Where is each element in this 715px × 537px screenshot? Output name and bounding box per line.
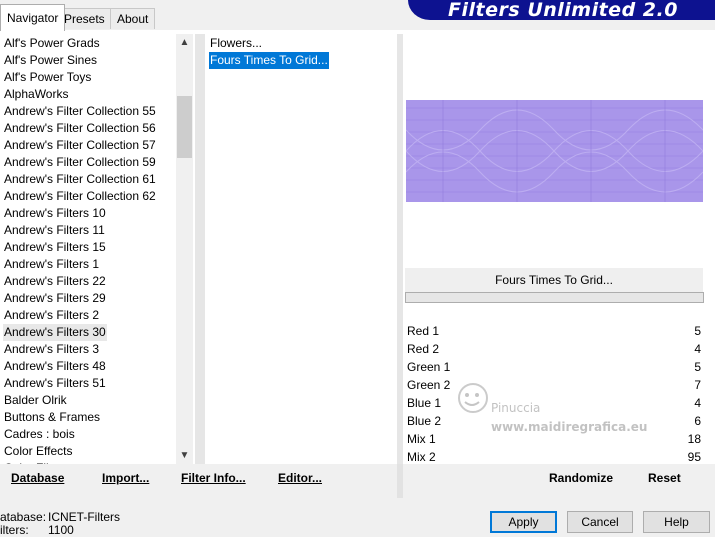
parameter-slider[interactable]: Green 2 7 (405, 376, 703, 395)
category-item[interactable]: Cadres : bois (3, 426, 76, 443)
category-item[interactable]: Buttons & Frames (3, 409, 101, 426)
help-button[interactable]: Help (643, 511, 710, 533)
cancel-button[interactable]: Cancel (567, 511, 633, 533)
category-item[interactable]: Alf's Power Toys (3, 69, 92, 86)
category-item[interactable]: Andrew's Filter Collection 56 (3, 120, 157, 137)
tab-navigator[interactable]: Navigator (0, 4, 66, 31)
category-item[interactable]: Andrew's Filter Collection 61 (3, 171, 157, 188)
category-scrollbar[interactable]: ▲ ▼ (176, 34, 193, 464)
parameter-label: Green 1 (407, 360, 451, 374)
status-database-label: atabase: (0, 510, 47, 524)
parameter-value: 18 (687, 432, 701, 446)
list-divider (397, 34, 403, 464)
parameter-slider[interactable]: Blue 1 4 (405, 394, 703, 413)
database-button[interactable]: Database (11, 471, 64, 485)
parameter-slider[interactable]: Red 1 5 (405, 322, 703, 341)
app-title-banner: Filters Unlimited 2.0 (408, 0, 715, 20)
parameter-label: Green 2 (407, 378, 451, 392)
parameter-value: 4 (694, 342, 701, 356)
category-item[interactable]: Andrew's Filters 29 (3, 290, 107, 307)
parameter-label: Red 1 (407, 324, 440, 338)
tab-about[interactable]: About (110, 8, 156, 29)
parameter-label: Mix 1 (407, 432, 436, 446)
bottom-divider (397, 464, 403, 498)
tab-bar: Navigator Presets About (0, 0, 420, 31)
watermark-name: Pinuccia (491, 401, 541, 415)
parameter-label: Blue 1 (407, 396, 442, 410)
category-item[interactable]: Andrew's Filter Collection 57 (3, 137, 157, 154)
parameter-slider[interactable]: Green 1 5 (405, 358, 703, 377)
status-database-value: ICNET-Filters (48, 510, 120, 524)
scroll-down-icon[interactable]: ▼ (176, 447, 193, 464)
parameter-label: Red 2 (407, 342, 440, 356)
progress-bar (405, 292, 704, 303)
parameter-label: Blue 2 (407, 414, 442, 428)
category-item[interactable]: Andrew's Filters 51 (3, 375, 107, 392)
filter-item[interactable]: Fours Times To Grid... (209, 52, 329, 69)
status-database: atabase: ICNET-Filters (0, 510, 120, 524)
category-item[interactable]: Andrew's Filter Collection 62 (3, 188, 157, 205)
category-item[interactable]: Alf's Power Sines (3, 52, 98, 69)
category-item[interactable]: Andrew's Filters 48 (3, 358, 107, 375)
category-item[interactable]: AlphaWorks (3, 86, 69, 103)
category-item[interactable]: Andrew's Filter Collection 59 (3, 154, 157, 171)
category-item[interactable]: Andrew's Filters 2 (3, 307, 100, 324)
filter-preview (406, 100, 703, 202)
category-item[interactable]: Andrew's Filters 22 (3, 273, 107, 290)
category-item[interactable]: Andrew's Filters 1 (3, 256, 100, 273)
randomize-button[interactable]: Randomize (549, 471, 613, 485)
list-divider (195, 34, 205, 464)
watermark-logo-icon (458, 383, 488, 413)
import-button[interactable]: Import... (102, 471, 149, 485)
category-item[interactable]: Andrew's Filters 3 (3, 341, 100, 358)
filter-list[interactable]: Flowers... Fours Times To Grid... (205, 34, 397, 464)
filter-name-label: Fours Times To Grid... (405, 268, 703, 292)
category-item[interactable]: Andrew's Filters 10 (3, 205, 107, 222)
apply-button[interactable]: Apply (490, 511, 557, 533)
scroll-thumb[interactable] (177, 96, 192, 158)
category-item[interactable]: Color Effects (3, 443, 73, 460)
watermark-url: www.maidiregrafica.eu (491, 420, 648, 434)
category-item[interactable]: Andrew's Filters 11 (3, 222, 106, 239)
scroll-up-icon[interactable]: ▲ (176, 34, 193, 51)
parameter-value: 6 (694, 414, 701, 428)
reset-button[interactable]: Reset (648, 471, 681, 485)
parameter-value: 4 (694, 396, 701, 410)
category-item[interactable]: Andrew's Filters 15 (3, 239, 107, 256)
parameter-value: 5 (694, 324, 701, 338)
category-item[interactable]: Andrew's Filter Collection 55 (3, 103, 157, 120)
parameter-value: 5 (694, 360, 701, 374)
category-list[interactable]: Alf's Power Grads Alf's Power Sines Alf's … (0, 34, 176, 464)
filter-info-button[interactable]: Filter Info... (181, 471, 246, 485)
category-item[interactable]: Alf's Power Grads (3, 35, 101, 52)
parameter-slider[interactable]: Red 2 4 (405, 340, 703, 359)
parameter-value: 7 (694, 378, 701, 392)
category-item[interactable]: Balder Olrik (3, 392, 68, 409)
filter-item[interactable]: Flowers... (209, 35, 263, 52)
editor-button[interactable]: Editor... (278, 471, 322, 485)
category-item[interactable]: Andrew's Filters 30 (3, 324, 107, 341)
